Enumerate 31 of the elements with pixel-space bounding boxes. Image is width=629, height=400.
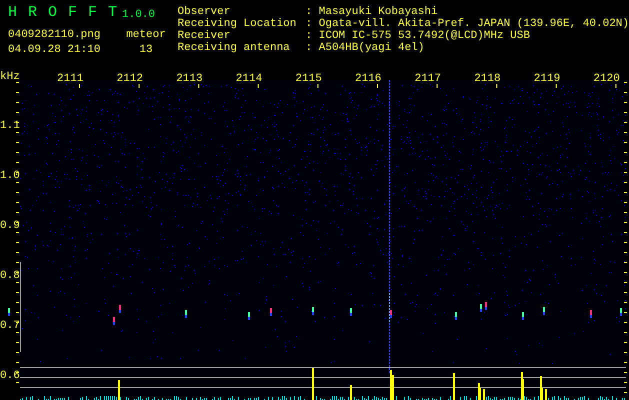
time-label: 2113	[176, 74, 203, 85]
time-label: 2120	[593, 74, 620, 85]
time-label: 2117	[414, 74, 441, 85]
app-title: H R O F F T	[8, 4, 116, 21]
meteor-label: meteor	[125, 28, 167, 42]
time-label: 2114	[236, 74, 262, 85]
info-value: : A504HB(yagi 4el)	[306, 42, 426, 54]
info-label: Receiving Location	[178, 18, 298, 30]
date-time: 04.09.28 21:10	[8, 44, 102, 57]
info-label: Receiver	[178, 30, 232, 42]
info-label: Receiving antenna	[178, 42, 291, 54]
time-label: 2115	[295, 74, 322, 85]
frequency-label: 0.7	[0, 321, 20, 332]
time-label: 2111	[57, 74, 84, 85]
frequency-label: 0.8	[0, 271, 20, 282]
file-name: 0409282110.png	[8, 29, 102, 42]
frequency-label: 0.6	[0, 371, 20, 382]
version-label: 1.0.0	[121, 9, 156, 21]
info-value: : Ogata-vill. Akita-Pref. JAPAN (139.96E, 40.02N)	[306, 18, 629, 30]
time-label: 2118	[474, 74, 501, 85]
info-value: : ICOM IC-575 53.7492(@LCD)MHz USB	[306, 30, 531, 42]
frequency-label: 1.1	[0, 121, 20, 132]
frequency-label: 0.9	[0, 221, 20, 232]
frequency-label: 1.0	[0, 171, 20, 182]
unit-label: kHz	[0, 72, 20, 83]
meteor-count: 13	[138, 44, 154, 57]
time-label: 2116	[355, 74, 382, 85]
time-label: 2119	[534, 74, 560, 85]
time-label: 2112	[116, 74, 143, 85]
info-value: : Masayuki Kobayashi	[306, 6, 439, 18]
info-label: Observer	[178, 6, 232, 18]
